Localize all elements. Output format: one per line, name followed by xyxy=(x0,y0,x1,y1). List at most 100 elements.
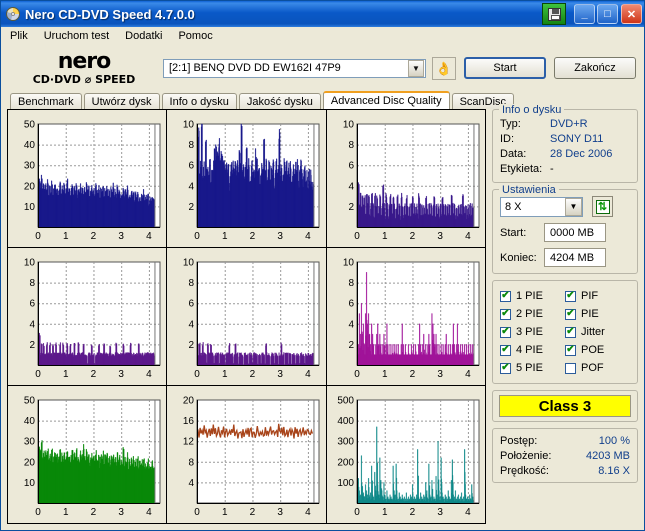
status-key: Postęp: xyxy=(500,434,538,447)
close-button[interactable]: ✕ xyxy=(621,4,642,24)
checkbox-1-pie[interactable]: ✔ 1 PIE xyxy=(500,287,565,305)
exit-button[interactable]: Zakończ xyxy=(554,57,636,79)
svg-text:4: 4 xyxy=(146,369,152,380)
refresh-arrows-icon: ⇅ xyxy=(595,199,610,214)
svg-text:30: 30 xyxy=(24,437,36,448)
disc-info-row: Etykieta: - xyxy=(500,161,630,176)
end-label: Koniec: xyxy=(500,251,537,264)
svg-text:1: 1 xyxy=(63,231,69,242)
menu-item-plik[interactable]: Plik xyxy=(10,30,28,42)
chart-cell-poe: POE 10020030040050001234 xyxy=(326,386,485,523)
floppy-save-icon[interactable] xyxy=(542,3,566,25)
check-icon[interactable]: ✔ xyxy=(500,290,511,302)
disc-info-value: DVD+R xyxy=(550,117,588,130)
svg-text:50: 50 xyxy=(24,396,36,407)
svg-text:0: 0 xyxy=(35,231,41,242)
check-icon[interactable]: ✔ xyxy=(500,308,511,320)
disc-info-row: ID: SONY D11 xyxy=(500,131,630,146)
svg-text:4: 4 xyxy=(189,478,195,489)
svg-text:4: 4 xyxy=(465,369,471,380)
disc-info-key: ID: xyxy=(500,132,515,145)
checkbox-5-pie[interactable]: ✔ 5 PIE xyxy=(500,359,565,377)
chart-row-3: PIE 102030405001234 Jitter 4812162001234… xyxy=(8,386,485,523)
end-field[interactable]: 4204 MB xyxy=(544,248,606,267)
svg-text:1: 1 xyxy=(382,507,388,518)
svg-text:6: 6 xyxy=(348,299,354,310)
svg-text:0: 0 xyxy=(35,369,41,380)
svg-text:10: 10 xyxy=(24,258,36,269)
svg-text:3: 3 xyxy=(278,231,284,242)
chevron-down-icon[interactable]: ▼ xyxy=(408,59,424,77)
svg-text:1: 1 xyxy=(222,231,228,242)
check-icon[interactable]: ✔ xyxy=(565,344,576,356)
checkbox-4-pie[interactable]: ✔ 4 PIE xyxy=(500,341,565,359)
svg-text:40: 40 xyxy=(24,140,36,151)
chevron-down-icon[interactable]: ▼ xyxy=(565,197,582,216)
tab-info-o-dysku[interactable]: Info o dysku xyxy=(161,93,237,109)
nero-logo: nero CD·DVD ⌀ SPEED xyxy=(9,51,159,86)
svg-text:3: 3 xyxy=(118,231,124,242)
drive-select-value: [2:1] BENQ DVD DD EW162I 47P9 xyxy=(169,62,341,74)
start-button[interactable]: Start xyxy=(464,57,546,79)
svg-text:4: 4 xyxy=(465,231,471,242)
svg-text:3: 3 xyxy=(118,507,124,518)
refresh-button[interactable]: ⇅ xyxy=(592,196,613,217)
eject-disc-button[interactable]: 👌 xyxy=(432,56,456,80)
svg-text:8: 8 xyxy=(189,278,195,289)
svg-text:4: 4 xyxy=(305,231,311,242)
speed-select[interactable]: 8 X ▼ xyxy=(500,196,583,217)
svg-text:200: 200 xyxy=(337,457,354,468)
checkbox-jitter[interactable]: ✔ Jitter xyxy=(565,323,630,341)
plot-pie-total: 10 20 30 40 50 0 1 2 3 4 xyxy=(8,386,166,523)
status-row-speed: Prędkość: 8.16 X xyxy=(500,463,630,478)
checkbox-pie[interactable]: ✔ PIE xyxy=(565,305,630,323)
svg-text:10: 10 xyxy=(183,120,195,131)
display-options-group: ✔ 1 PIE ✔ 2 PIE ✔ 3 PIE ✔ 4 PIE ✔ 5 PIE … xyxy=(492,280,638,384)
menu-item-dodatki[interactable]: Dodatki xyxy=(125,30,162,42)
checkbox-pif[interactable]: ✔ PIF xyxy=(565,287,630,305)
check-icon[interactable]: ✔ xyxy=(565,290,576,302)
svg-text:4: 4 xyxy=(29,319,35,330)
svg-text:8: 8 xyxy=(348,278,354,289)
start-field[interactable]: 0000 MB xyxy=(544,223,606,242)
svg-text:10: 10 xyxy=(24,202,36,213)
class-result-badge: Class 3 xyxy=(499,395,631,417)
maximize-button[interactable]: □ xyxy=(597,4,618,24)
settings-group: Ustawienia 8 X ▼ ⇅ Start: 0000 MB Koniec… xyxy=(492,184,638,274)
svg-text:10: 10 xyxy=(183,258,195,269)
status-key: Prędkość: xyxy=(500,464,549,477)
status-value: 4203 MB xyxy=(585,449,630,462)
svg-text:20: 20 xyxy=(24,181,36,192)
svg-text:0: 0 xyxy=(354,231,360,242)
tab-utworz-dysk[interactable]: Utwórz dysk xyxy=(83,93,160,109)
svg-text:2: 2 xyxy=(409,507,415,518)
svg-text:12: 12 xyxy=(183,437,195,448)
plot-5-pie: 2 4 6 8 10 0 1 2 3 4 xyxy=(167,248,326,385)
disc-info-key: Etykieta: xyxy=(500,162,543,175)
checkbox-pof[interactable]: POF xyxy=(565,359,630,377)
svg-text:2: 2 xyxy=(250,507,256,518)
check-icon[interactable] xyxy=(565,362,576,374)
check-icon[interactable]: ✔ xyxy=(500,326,511,338)
svg-text:4: 4 xyxy=(305,369,311,380)
window-controls: _ □ ✕ xyxy=(542,3,642,25)
drive-select[interactable]: [2:1] BENQ DVD DD EW162I 47P9 ▼ xyxy=(163,58,426,78)
tab-benchmark[interactable]: Benchmark xyxy=(10,93,82,109)
checkbox-2-pie[interactable]: ✔ 2 PIE xyxy=(500,305,565,323)
check-icon[interactable]: ✔ xyxy=(500,344,511,356)
menu-item-uruchom-test[interactable]: Uruchom test xyxy=(44,30,109,42)
check-icon[interactable]: ✔ xyxy=(500,362,511,374)
check-icon[interactable]: ✔ xyxy=(565,308,576,320)
chart-cell-pif: PIF 24681001234 xyxy=(326,248,485,385)
svg-text:4: 4 xyxy=(465,507,471,518)
menu-item-pomoc[interactable]: Pomoc xyxy=(178,30,212,42)
checkbox-3-pie[interactable]: ✔ 3 PIE xyxy=(500,323,565,341)
chart-cell-pie-total: PIE 102030405001234 xyxy=(8,386,168,523)
svg-text:20: 20 xyxy=(24,457,36,468)
minimize-button[interactable]: _ xyxy=(574,4,595,24)
tab-advanced-disc-quality[interactable]: Advanced Disc Quality xyxy=(322,91,450,109)
check-icon[interactable]: ✔ xyxy=(565,326,576,338)
svg-text:10: 10 xyxy=(24,478,36,489)
tab-jakosc-dysku[interactable]: Jakość dysku xyxy=(238,93,321,109)
checkbox-poe[interactable]: ✔ POE xyxy=(565,341,630,359)
